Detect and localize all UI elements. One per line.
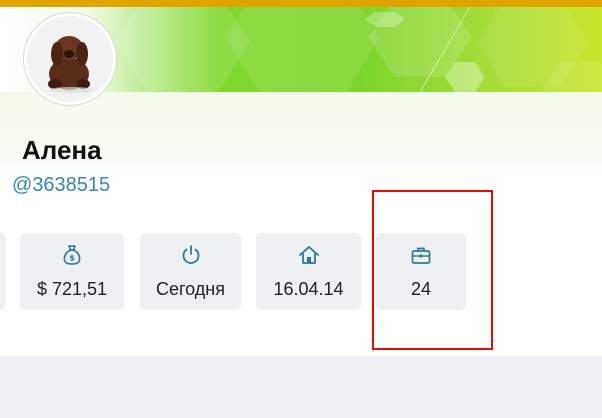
dog-avatar-icon	[27, 16, 113, 102]
home-icon	[298, 244, 320, 266]
power-icon	[180, 244, 202, 266]
profile-name: Алена	[22, 135, 102, 165]
avatar[interactable]	[24, 13, 116, 105]
stat-value: $ 721,51	[36, 279, 108, 299]
stat-value: Сегодня	[156, 279, 225, 299]
content-area	[0, 356, 602, 418]
stat-value: 16.04.14	[273, 279, 344, 299]
stat-card-partial	[0, 233, 6, 310]
stat-card-registered[interactable]: 16.04.14	[256, 233, 361, 310]
stat-card-online[interactable]: Сегодня	[140, 233, 241, 310]
profile-handle[interactable]: @3638515	[12, 174, 110, 197]
top-strip	[0, 0, 602, 7]
highlight-box	[372, 190, 493, 350]
money-bag-icon: $	[61, 244, 83, 266]
stat-card-balance[interactable]: $ $ 721,51	[20, 233, 124, 310]
svg-text:$: $	[69, 254, 75, 263]
